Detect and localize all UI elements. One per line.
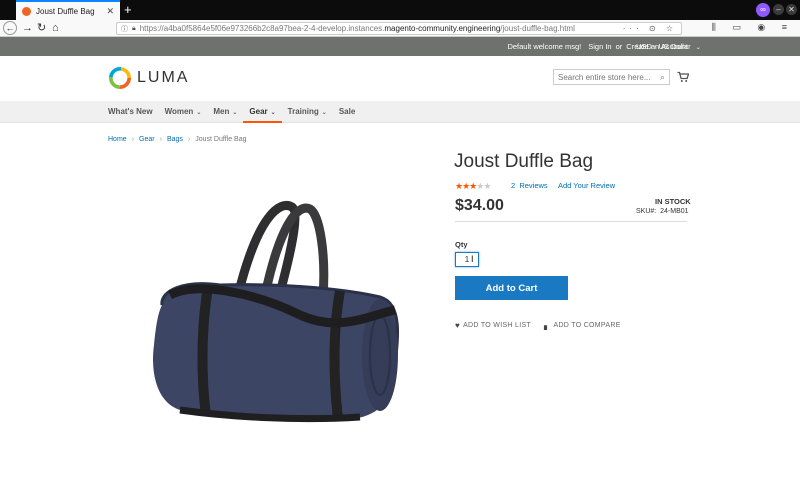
browser-nav-bar: ← → ↻ ⌂ ⓘ 🔒︎ https://a4ba0f5864e5f06e973… — [0, 20, 800, 37]
sign-in-link[interactable]: Sign In — [588, 42, 611, 51]
store-logo[interactable]: LUMA — [109, 67, 189, 89]
page-actions-icons[interactable]: ··· ⊙ ☆ — [623, 24, 677, 33]
browser-tab[interactable]: Joust Duffle Bag ✕ — [16, 0, 120, 20]
product-sku: SKU#: 24-MB01 — [636, 208, 689, 215]
menu-item-label: Sale — [338, 107, 356, 116]
chevron-down-icon: ⌄ — [196, 110, 202, 116]
breadcrumb-home[interactable]: Home — [108, 136, 127, 143]
lock-icon[interactable]: 🔒︎ — [132, 25, 136, 33]
stock-status: IN STOCK — [655, 197, 691, 206]
browser-tab-bar: Joust Duffle Bag ✕ + ∞ – ✕ — [0, 0, 800, 20]
add-to-wishlist-link[interactable]: ♥ ADD TO WISH LIST — [455, 321, 531, 330]
chevron-down-icon: ⌄ — [321, 110, 327, 116]
breadcrumb-gear[interactable]: Gear — [139, 136, 155, 143]
menu-item-women[interactable]: Women ⌄ — [159, 101, 208, 123]
menu-item-men[interactable]: Men ⌄ — [207, 101, 243, 123]
magento-favicon-icon — [22, 6, 31, 16]
text-cursor-icon: I — [471, 254, 474, 264]
qty-input[interactable] — [455, 252, 479, 267]
or-text: or — [615, 42, 623, 51]
browser-tab-title: Joust Duffle Bag — [36, 6, 95, 16]
breadcrumb-separator-icon: › — [131, 136, 135, 143]
chevron-down-icon: ⌄ — [232, 110, 238, 116]
main-menu: What's New Women ⌄ Men ⌄ Gear ⌄ Training ⌄ Sale — [0, 101, 800, 123]
forward-button[interactable]: → — [22, 21, 33, 35]
menu-item-label: Training — [287, 107, 319, 116]
product-price: $34.00 — [455, 197, 504, 214]
search-icon[interactable]: ⌕ — [660, 72, 665, 83]
menu-item-sale[interactable]: Sale — [333, 101, 361, 123]
breadcrumb-separator-icon: › — [187, 136, 191, 143]
cart-icon[interactable] — [677, 71, 689, 83]
welcome-message: Default welcome msg! — [507, 42, 582, 51]
breadcrumb: Home › Gear › Bags › Joust Duffle Bag — [108, 136, 247, 143]
heart-icon: ♥ — [455, 321, 461, 330]
home-button[interactable]: ⌂ — [52, 21, 59, 35]
breadcrumb-separator-icon: › — [159, 136, 162, 143]
new-tab-button[interactable]: + — [124, 2, 132, 18]
chevron-down-icon: ⌄ — [695, 45, 701, 51]
star-icon: ★ — [483, 181, 491, 191]
breadcrumb-bags[interactable]: Bags — [167, 136, 183, 143]
menu-item-label: Gear — [249, 107, 268, 116]
currency-switcher[interactable]: USD - US Dollar ⌄ — [636, 42, 701, 51]
chevron-down-icon: ⌄ — [270, 110, 276, 116]
search-input[interactable] — [558, 72, 660, 82]
address-bar[interactable]: ⓘ 🔒︎ https://a4ba0f5864e5f06e973266b2c8a… — [116, 22, 682, 35]
compare-chart-icon: ▖ — [544, 321, 551, 330]
luma-logo-icon — [109, 67, 131, 89]
add-to-compare-link[interactable]: ▖ ADD TO COMPARE — [544, 321, 621, 330]
menu-item-label: Men — [213, 107, 230, 116]
header-panel: Default welcome msg! Sign In or Create a… — [0, 37, 800, 56]
logo-text: LUMA — [137, 69, 190, 86]
breadcrumb-current: Joust Duffle Bag — [195, 136, 247, 143]
add-review-link[interactable]: Add Your Review — [558, 181, 615, 190]
menu-item-training[interactable]: Training ⌄ — [282, 101, 333, 123]
menu-item-what-s-new[interactable]: What's New — [108, 101, 159, 123]
product-actions: ♥ ADD TO WISH LIST ▖ ADD TO COMPARE — [455, 321, 621, 330]
back-button[interactable]: ← — [3, 21, 17, 35]
close-tab-icon[interactable]: ✕ — [106, 6, 114, 17]
product-title: Joust Duffle Bag — [454, 151, 594, 172]
qty-label: Qty — [455, 240, 468, 249]
private-mode-icon: ∞ — [756, 3, 770, 17]
url-text: https://a4ba0f5864e5f06e973266b2c8a97bea… — [139, 24, 575, 33]
divider — [455, 221, 687, 222]
minimize-window-icon[interactable]: – — [773, 4, 784, 15]
menu-item-label: Women — [164, 107, 194, 116]
close-window-icon[interactable]: ✕ — [786, 4, 797, 15]
reload-button[interactable]: ↻ — [37, 21, 46, 35]
rating-stars: ★★★★★ — [455, 181, 491, 192]
reviews-link[interactable]: 2 Reviews — [511, 181, 548, 190]
site-header: LUMA ⌕ — [0, 56, 800, 101]
menu-item-label: What's New — [108, 107, 153, 116]
toolbar-icons[interactable]: ⫼ ▭ ◉ ≡ — [712, 22, 794, 33]
menu-item-gear[interactable]: Gear ⌄ — [243, 101, 282, 123]
search-box: ⌕ — [553, 69, 670, 85]
product-image[interactable] — [140, 185, 415, 435]
info-icon[interactable]: ⓘ — [121, 24, 128, 34]
add-to-cart-button[interactable]: Add to Cart — [455, 276, 568, 300]
